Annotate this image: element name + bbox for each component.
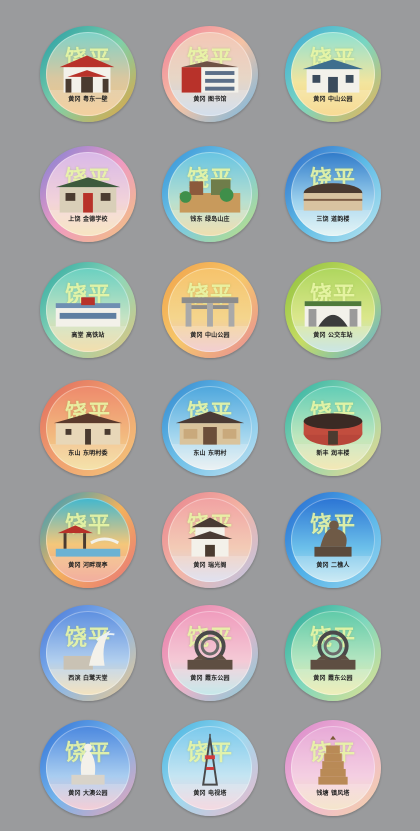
badge-card: 饶平上饶 金德学校 [40,146,136,242]
badge-card: 饶平 高堂 高铁站 [40,262,136,358]
badge-grid: 饶平黄冈 粤东一壁饶平黄冈 图书馆饶平黄冈 中山公园饶平上饶 金德学校饶平钱东 … [0,0,420,831]
badge-face: 饶平黄冈 瑞光阁 [168,498,252,582]
badge-card: 饶平 黄冈 霞东公园 [285,605,381,701]
badge-card: 饶平黄冈 粤东一壁 [40,26,136,122]
badge-label: 黄冈 霞东公园 [190,675,230,682]
badge-card: 饶平 黄冈 中山公园 [285,26,381,122]
badge-label: 黄冈 中山公园 [190,332,230,339]
badge-card: 饶平 黄冈 霞东公园 [162,605,258,701]
badge-face: 饶平 黄冈 中山公园 [291,32,375,116]
badge-label: 黄冈 二樵人 [316,562,350,569]
badge-card: 饶平 西滨 白鹭天堂 [40,605,136,701]
badge-card: 饶平 钱东 绿岛山庄 [162,146,258,242]
badge-label: 三饶 道韵楼 [316,216,350,223]
badge-face: 饶平上饶 金德学校 [46,152,130,236]
badge-card: 饶平 三饶 道韵楼 [285,146,381,242]
badge-card: 饶平 黄冈 公交车站 [285,262,381,358]
badge-label: 黄冈 电视塔 [193,790,227,797]
badge-label: 上饶 金德学校 [68,216,108,223]
badge-face: 饶平 黄冈 霞东公园 [168,611,252,695]
badge-face: 饶平 黄冈 电视塔 [168,726,252,810]
badge-face: 饶平钱塘 镇风塔 [291,726,375,810]
badge-face: 饶平黄冈 二樵人 [291,498,375,582]
badge-face: 饶平 黄冈 公交车站 [291,268,375,352]
badge-card: 饶平黄冈 大澳公园 [40,720,136,816]
badge-face: 饶平东山 东明村 [168,386,252,470]
badge-label: 新丰 润丰楼 [316,450,350,457]
badge-face: 饶平 西滨 白鹭天堂 [46,611,130,695]
badge-card: 饶平钱塘 镇风塔 [285,720,381,816]
badge-face: 饶平 黄冈 霞东公园 [291,611,375,695]
badge-card: 饶平东山 东明村 [162,380,258,476]
badge-face: 饶平 东山 东明村委 [46,386,130,470]
badge-label: 黄冈 粤东一壁 [68,96,108,103]
badge-card: 饶平 东山 东明村委 [40,380,136,476]
badge-label: 黄冈 瑞光阁 [193,562,227,569]
badge-card: 饶平 黄冈 图书馆 [162,26,258,122]
badge-face: 饶平 高堂 高铁站 [46,268,130,352]
badge-card: 饶平 黄冈 电视塔 [162,720,258,816]
badge-label: 西滨 白鹭天堂 [68,675,108,682]
badge-face: 饶平 黄冈 中山公园 [168,268,252,352]
badge-label: 东山 东明村 [193,450,227,457]
badge-face: 饶平黄冈 粤东一壁 [46,32,130,116]
badge-face: 饶平 三饶 道韵楼 [291,152,375,236]
badge-label: 黄冈 中山公园 [313,96,353,103]
badge-card: 饶平 黄冈 河畔观亭 [40,492,136,588]
badge-face: 饶平 黄冈 图书馆 [168,32,252,116]
badge-label: 黄冈 霞东公园 [313,675,353,682]
badge-card: 饶平黄冈 二樵人 [285,492,381,588]
badge-label: 黄冈 大澳公园 [68,790,108,797]
badge-label: 黄冈 公交车站 [313,332,353,339]
badge-label: 钱塘 镇风塔 [316,790,350,797]
badge-label: 东山 东明村委 [68,450,108,457]
badge-label: 高堂 高铁站 [71,332,105,339]
badge-face: 饶平 新丰 润丰楼 [291,386,375,470]
badge-label: 黄冈 图书馆 [193,96,227,103]
badge-card: 饶平 新丰 润丰楼 [285,380,381,476]
badge-face: 饶平 钱东 绿岛山庄 [168,152,252,236]
badge-card: 饶平 黄冈 中山公园 [162,262,258,358]
badge-label: 钱东 绿岛山庄 [190,216,230,223]
badge-card: 饶平黄冈 瑞光阁 [162,492,258,588]
badge-face: 饶平 黄冈 河畔观亭 [46,498,130,582]
badge-label: 黄冈 河畔观亭 [68,562,108,569]
badge-face: 饶平黄冈 大澳公园 [46,726,130,810]
